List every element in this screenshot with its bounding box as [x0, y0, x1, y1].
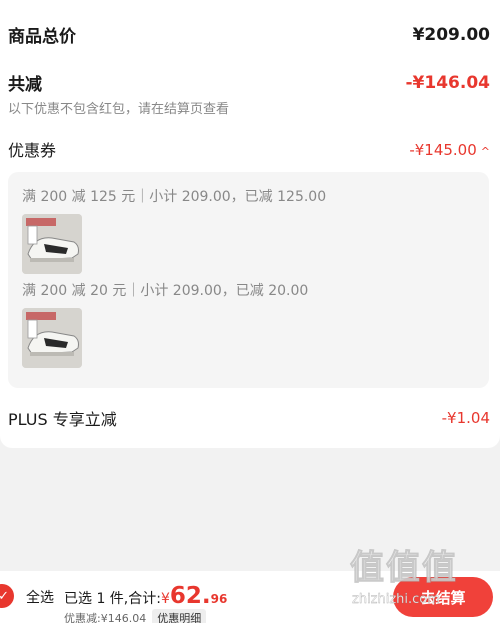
chevron-up-icon[interactable]: ^ [481, 145, 490, 158]
coupon-detail-panel: 满 200 减 125 元｜小计 209.00，已减 125.00 满 200 … [8, 172, 489, 388]
total-discount-row: 共减 -¥146.04 [8, 70, 491, 96]
price-summary-card: 商品总价 ¥209.00 共减 -¥146.04 以下优惠不包含红包，请在结算页… [0, 0, 500, 448]
sneaker-thumbnail [22, 308, 82, 368]
check-circle-icon[interactable]: ✓ [0, 584, 14, 608]
total-discount-value: -¥146.04 [405, 72, 491, 93]
checkout-bar: ✓ 全选 已选 1 件,合计: ¥ 62. 96 优惠减:¥146.04 优惠明… [0, 571, 500, 623]
selected-count-text: 已选 1 件,合计: [64, 591, 161, 607]
total-summary: 已选 1 件,合计: ¥ 62. 96 [64, 583, 227, 609]
checkout-button[interactable]: 去结算 [393, 577, 493, 617]
discount-detail-button[interactable]: 优惠明细 [152, 609, 207, 623]
goods-total-label: 商品总价 [8, 27, 76, 47]
select-all-label[interactable]: 全选 [26, 587, 54, 607]
discount-note: 以下优惠不包含红包，请在结算页查看 [8, 102, 230, 117]
goods-total-value: ¥209.00 [412, 24, 490, 45]
currency-symbol: ¥ [160, 591, 170, 607]
plus-discount-label: PLUS 专享立减 [8, 410, 117, 429]
discount-amount-text: 优惠减:¥146.04 [64, 612, 147, 623]
sneaker-thumbnail [22, 214, 82, 274]
coupon-item-2-text: 满 200 减 20 元｜小计 209.00，已减 20.00 [22, 283, 309, 299]
discount-summary: 优惠减:¥146.04 优惠明细 [64, 609, 207, 623]
goods-total-row: 商品总价 ¥209.00 [8, 22, 490, 48]
plus-discount-row: PLUS 专享立减 -¥1.04 [8, 406, 490, 430]
coupon-value-group[interactable]: -¥145.00 ^ [409, 140, 490, 159]
coupon-label: 优惠券 [8, 141, 57, 160]
coupon-row[interactable]: 优惠券 -¥145.00 ^ [8, 137, 490, 161]
pay-amount-decimal: 96 [210, 592, 228, 606]
plus-discount-value: -¥1.04 [441, 409, 490, 427]
total-discount-label: 共减 [8, 75, 42, 95]
coupon-value: -¥145.00 [409, 140, 477, 159]
pay-amount-integer: 62. [169, 583, 211, 609]
coupon-item-1-text: 满 200 减 125 元｜小计 209.00，已减 125.00 [22, 189, 327, 205]
